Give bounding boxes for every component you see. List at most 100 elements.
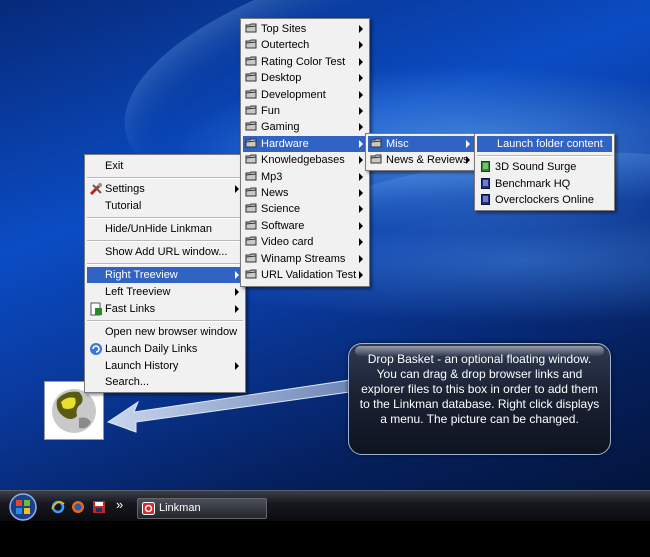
submenu-arrow-icon bbox=[359, 90, 363, 99]
folder-icon bbox=[245, 154, 257, 164]
folder-icon bbox=[245, 72, 257, 82]
internet-explorer-icon[interactable] bbox=[51, 500, 65, 514]
folder-icon bbox=[245, 203, 257, 213]
folder-icon bbox=[370, 154, 382, 164]
treeview-item[interactable]: Gaming bbox=[243, 119, 367, 135]
submenu-arrow-icon bbox=[359, 57, 363, 66]
menu-item-launch-history[interactable]: Launch History bbox=[87, 358, 243, 374]
save-icon[interactable] bbox=[92, 500, 106, 514]
start-button[interactable] bbox=[6, 492, 40, 522]
menu-item-launch-folder-content[interactable]: Launch folder content bbox=[477, 136, 612, 152]
menu-item-exit[interactable]: Exit bbox=[87, 158, 243, 174]
folder-icon bbox=[245, 220, 257, 230]
folder-icon bbox=[245, 89, 257, 99]
treeview-item[interactable]: Outertech bbox=[243, 37, 367, 53]
submenu-arrow-icon bbox=[359, 189, 363, 197]
blue-doc-icon bbox=[481, 194, 490, 205]
submenu-arrow-icon bbox=[466, 156, 470, 164]
linkman-context-menu: Exit Settings Tutorial Hide/UnHide Linkm… bbox=[84, 154, 246, 393]
treeview-item[interactable]: News bbox=[243, 185, 367, 201]
folder-icon bbox=[245, 105, 257, 115]
fast-links-icon bbox=[90, 302, 102, 316]
hardware-submenu: Misc News & Reviews bbox=[365, 133, 477, 171]
taskbar: » Linkman bbox=[0, 490, 650, 557]
menu-separator bbox=[87, 217, 243, 219]
menu-separator bbox=[87, 320, 243, 322]
submenu-arrow-icon bbox=[359, 41, 363, 50]
treeview-item[interactable]: Mp3 bbox=[243, 169, 367, 185]
submenu-arrow-icon bbox=[235, 362, 239, 370]
treeview-item[interactable]: URL Validation Test bbox=[243, 267, 367, 283]
folder-icon bbox=[245, 187, 257, 197]
submenu-arrow-icon bbox=[359, 205, 363, 214]
menu-separator bbox=[87, 177, 243, 179]
linkman-task-button[interactable]: Linkman bbox=[137, 498, 267, 519]
menu-item-3d-sound-surge[interactable]: 3D Sound Surge bbox=[477, 159, 612, 175]
treeview-item[interactable]: Software bbox=[243, 218, 367, 234]
submenu-arrow-icon bbox=[359, 271, 363, 279]
treeview-item[interactable]: Fun bbox=[243, 103, 367, 119]
submenu-arrow-icon bbox=[359, 172, 363, 181]
drop-basket-callout: Drop Basket - an optional floating windo… bbox=[348, 343, 611, 455]
menu-item-hide-unhide[interactable]: Hide/UnHide Linkman bbox=[87, 221, 243, 237]
menu-item-open-browser[interactable]: Open new browser window bbox=[87, 324, 243, 340]
menu-item-search[interactable]: Search... bbox=[87, 374, 243, 390]
menu-item-launch-daily-links[interactable]: Launch Daily Links bbox=[87, 341, 243, 357]
menu-item-misc[interactable]: Misc bbox=[368, 136, 474, 152]
menu-item-news-reviews[interactable]: News & Reviews bbox=[368, 152, 474, 168]
submenu-arrow-icon bbox=[359, 139, 363, 148]
firefox-icon[interactable] bbox=[71, 500, 85, 514]
submenu-arrow-icon bbox=[235, 305, 239, 313]
submenu-arrow-icon bbox=[359, 25, 363, 33]
menu-item-left-treeview[interactable]: Left Treeview bbox=[87, 284, 243, 300]
menu-separator bbox=[477, 155, 612, 157]
folder-icon bbox=[245, 121, 257, 131]
menu-item-settings[interactable]: Settings bbox=[87, 181, 243, 197]
treeview-item[interactable]: Development bbox=[243, 87, 367, 103]
folder-icon bbox=[245, 269, 257, 279]
treeview-item[interactable]: Top Sites bbox=[243, 21, 367, 37]
menu-item-fast-links[interactable]: Fast Links bbox=[87, 301, 243, 317]
folder-icon bbox=[245, 253, 257, 263]
menu-separator bbox=[87, 263, 243, 265]
treeview-item[interactable]: Winamp Streams bbox=[243, 251, 367, 267]
treeview-submenu: Top Sites Outertech Rating Color Test Deskt… bbox=[240, 18, 370, 287]
treeview-item[interactable]: Hardware bbox=[243, 135, 367, 152]
submenu-arrow-icon bbox=[359, 156, 363, 165]
menu-item-benchmark-hq[interactable]: Benchmark HQ bbox=[477, 176, 612, 192]
menu-item-tutorial[interactable]: Tutorial bbox=[87, 198, 243, 214]
folder-icon bbox=[245, 138, 257, 148]
linkman-icon bbox=[142, 502, 155, 515]
tools-icon bbox=[89, 183, 102, 196]
menu-item-overclockers-online[interactable]: Overclockers Online bbox=[477, 192, 612, 208]
folder-icon bbox=[245, 171, 257, 181]
green-doc-icon bbox=[481, 161, 490, 172]
folder-icon bbox=[245, 23, 257, 33]
callout-text: Drop Basket - an optional floating windo… bbox=[359, 352, 600, 426]
submenu-arrow-icon bbox=[359, 123, 363, 132]
menu-item-show-add-url[interactable]: Show Add URL window... bbox=[87, 244, 243, 260]
folder-icon bbox=[370, 138, 382, 148]
folder-icon bbox=[245, 56, 257, 66]
submenu-arrow-icon bbox=[235, 185, 239, 193]
menu-separator bbox=[87, 240, 243, 242]
submenu-arrow-icon bbox=[359, 74, 363, 83]
treeview-item[interactable]: Desktop bbox=[243, 70, 367, 86]
treeview-item[interactable]: Video card bbox=[243, 234, 367, 250]
blue-doc-icon bbox=[481, 178, 490, 189]
submenu-arrow-icon bbox=[359, 107, 363, 115]
submenu-arrow-icon bbox=[359, 238, 363, 247]
quicklaunch-overflow[interactable]: » bbox=[116, 497, 123, 512]
submenu-arrow-icon bbox=[235, 288, 239, 296]
submenu-arrow-icon bbox=[359, 254, 363, 263]
menu-item-right-treeview[interactable]: Right Treeview bbox=[87, 267, 243, 283]
misc-submenu: Launch folder content 3D Sound Surge Ben… bbox=[474, 133, 615, 211]
treeview-item[interactable]: Science bbox=[243, 201, 367, 217]
daily-links-icon bbox=[90, 343, 102, 355]
submenu-arrow-icon bbox=[235, 271, 239, 279]
submenu-arrow-icon bbox=[466, 140, 470, 148]
folder-icon bbox=[245, 236, 257, 246]
treeview-item[interactable]: Knowledgebases bbox=[243, 152, 367, 168]
submenu-arrow-icon bbox=[359, 221, 363, 230]
treeview-item[interactable]: Rating Color Test bbox=[243, 54, 367, 70]
